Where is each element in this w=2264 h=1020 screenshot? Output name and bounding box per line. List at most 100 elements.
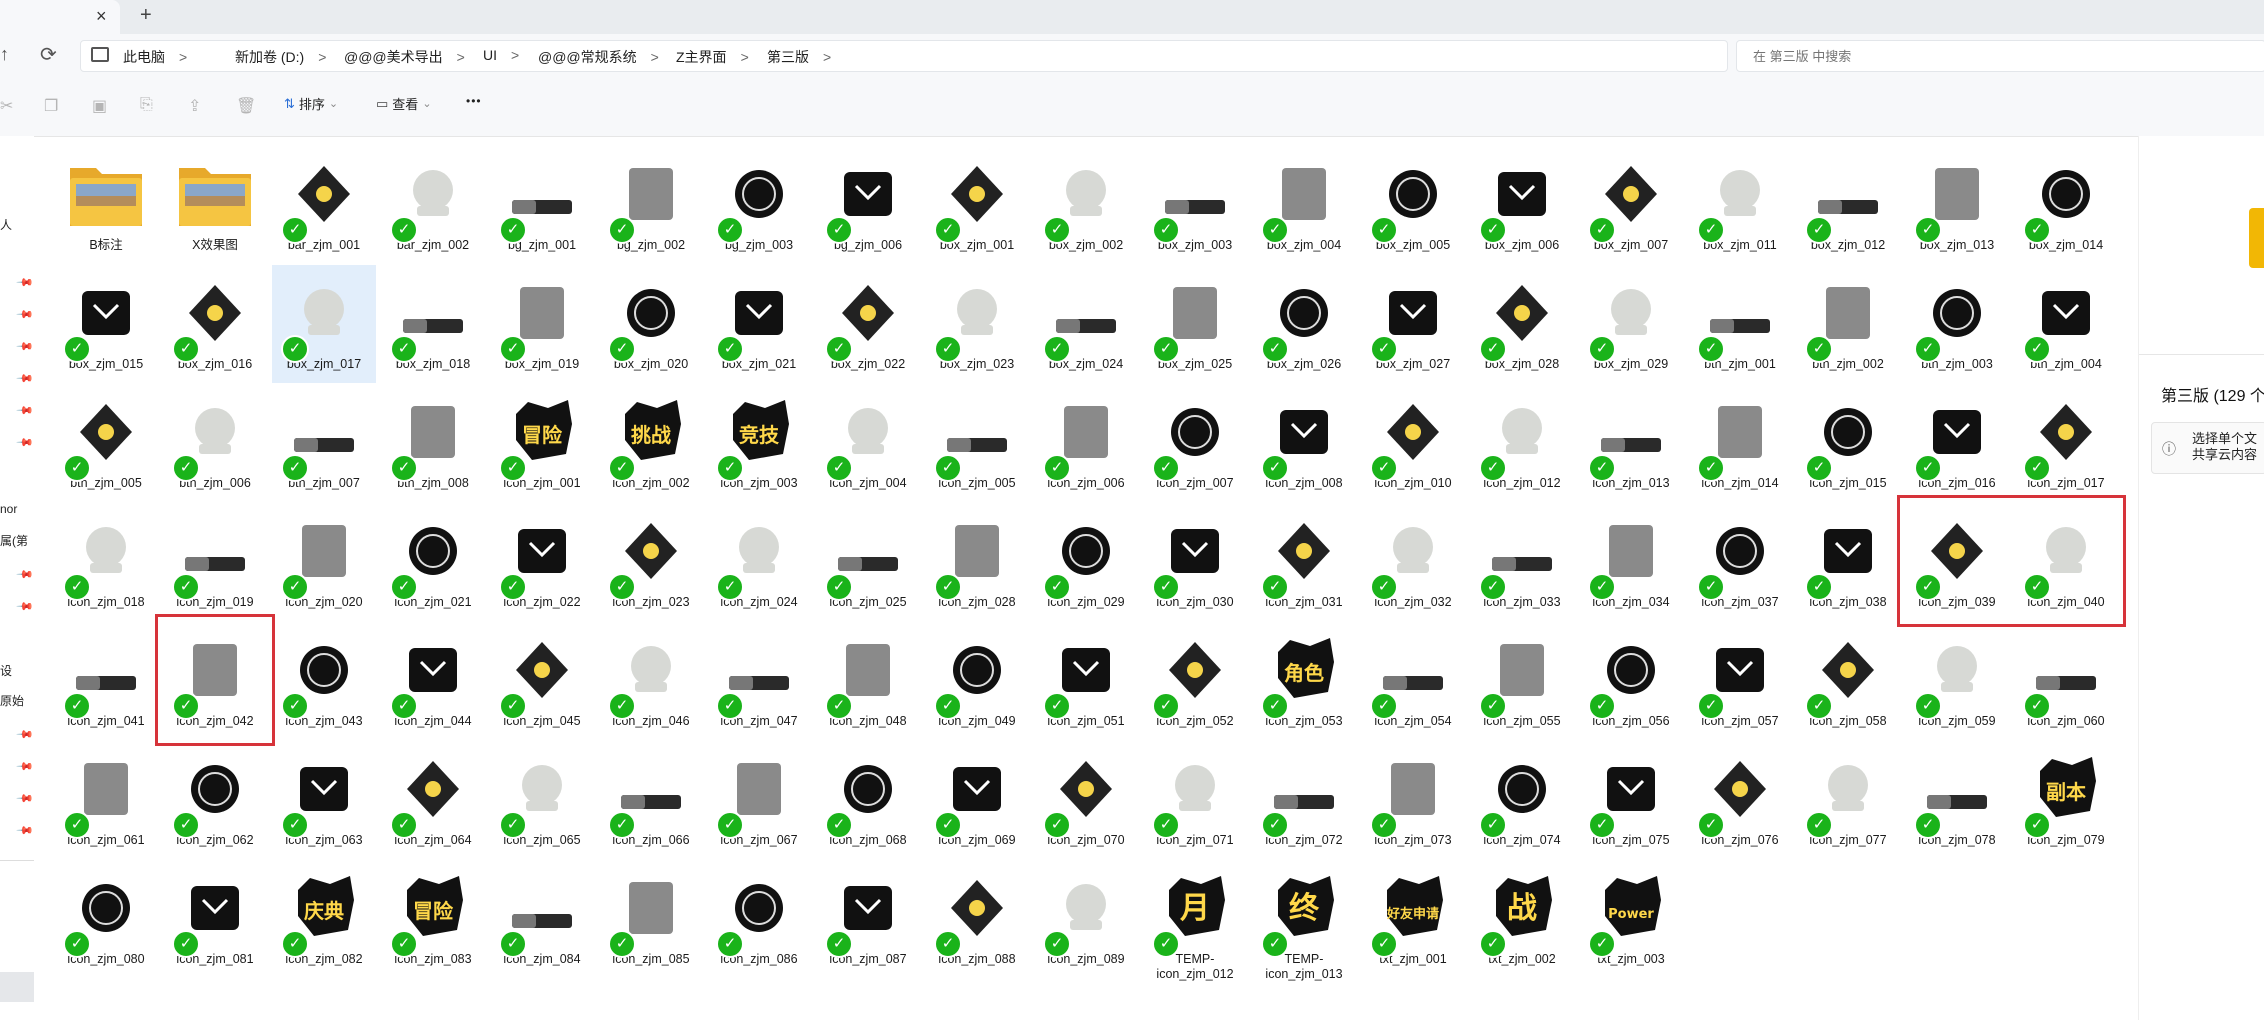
file-item[interactable]: ✓ icon_zjm_039 <box>1905 503 2009 621</box>
breadcrumb-item[interactable]: Z主界面 > <box>676 47 749 67</box>
file-item[interactable]: ✓ icon_zjm_025 <box>816 503 920 621</box>
file-item[interactable]: 好友申请 ✓ txt_zjm_001 <box>1361 860 1465 978</box>
copy-icon[interactable]: ❐ <box>44 96 58 116</box>
file-item[interactable]: ✓ icon_zjm_049 <box>925 622 1029 740</box>
file-item[interactable]: ✓ icon_zjm_046 <box>599 622 703 740</box>
file-item[interactable]: ✓ bar_zjm_002 <box>381 146 485 264</box>
file-item[interactable]: ✓ icon_zjm_052 <box>1143 622 1247 740</box>
file-item[interactable]: ✓ icon_zjm_086 <box>707 860 811 978</box>
file-item[interactable]: ✓ icon_zjm_014 <box>1688 384 1792 502</box>
file-item[interactable]: ✓ icon_zjm_019 <box>163 503 267 621</box>
file-item[interactable]: ✓ box_zjm_022 <box>816 265 920 383</box>
file-item[interactable]: ✓ box_zjm_013 <box>1905 146 2009 264</box>
address-bar[interactable]: 此电脑 > 新加卷 (D:) > @@@美术导出 > UI > @@@常规系统 > Z主界… <box>80 40 1728 72</box>
file-item[interactable]: ✓ box_zjm_017 <box>272 265 376 383</box>
file-item[interactable]: 角色 ✓ icon_zjm_053 <box>1252 622 1356 740</box>
file-item[interactable]: ✓ icon_zjm_016 <box>1905 384 2009 502</box>
file-item[interactable]: ✓ box_zjm_028 <box>1470 265 1574 383</box>
breadcrumb-item[interactable]: 新加卷 (D:) > <box>235 47 326 67</box>
file-item[interactable]: ✓ icon_zjm_022 <box>490 503 594 621</box>
file-item[interactable]: ✓ box_zjm_006 <box>1470 146 1574 264</box>
file-item[interactable]: Power ✓ txt_zjm_003 <box>1579 860 1683 978</box>
file-item[interactable]: ✓ box_zjm_026 <box>1252 265 1356 383</box>
explorer-tab[interactable]: × <box>0 0 120 34</box>
file-item[interactable]: ✓ icon_zjm_018 <box>54 503 158 621</box>
file-item[interactable]: 竞技 ✓ icon_zjm_003 <box>707 384 811 502</box>
file-item[interactable]: ✓ box_zjm_025 <box>1143 265 1247 383</box>
file-item[interactable]: 庆典 ✓ icon_zjm_082 <box>272 860 376 978</box>
new-tab-icon[interactable]: + <box>140 4 152 27</box>
file-item[interactable]: ✓ icon_zjm_012 <box>1470 384 1574 502</box>
file-item[interactable]: ✓ box_zjm_020 <box>599 265 703 383</box>
file-item[interactable]: X效果图 <box>163 146 267 264</box>
file-item[interactable]: ✓ icon_zjm_008 <box>1252 384 1356 502</box>
file-item[interactable]: 月 ✓ TEMP-icon_zjm_012 <box>1143 860 1247 981</box>
file-item[interactable]: ✓ icon_zjm_031 <box>1252 503 1356 621</box>
file-item[interactable]: ✓ icon_zjm_070 <box>1034 741 1138 859</box>
file-item[interactable]: 冒险 ✓ icon_zjm_083 <box>381 860 485 978</box>
file-item[interactable]: ✓ icon_zjm_058 <box>1796 622 1900 740</box>
file-item[interactable]: ✓ icon_zjm_015 <box>1796 384 1900 502</box>
file-item[interactable]: ✓ icon_zjm_078 <box>1905 741 2009 859</box>
breadcrumb-item[interactable]: @@@美术导出 > <box>344 47 465 67</box>
file-item[interactable]: 终 ✓ TEMP-icon_zjm_013 <box>1252 860 1356 981</box>
file-item[interactable]: ✓ box_zjm_003 <box>1143 146 1247 264</box>
file-item[interactable]: ✓ icon_zjm_021 <box>381 503 485 621</box>
file-item[interactable]: ✓ icon_zjm_005 <box>925 384 1029 502</box>
file-item[interactable]: ✓ box_zjm_001 <box>925 146 1029 264</box>
file-item[interactable]: ✓ icon_zjm_055 <box>1470 622 1574 740</box>
file-item[interactable]: ✓ box_zjm_004 <box>1252 146 1356 264</box>
file-item[interactable]: ✓ icon_zjm_037 <box>1688 503 1792 621</box>
file-item[interactable]: ✓ box_zjm_002 <box>1034 146 1138 264</box>
file-item[interactable]: ✓ btn_zjm_007 <box>272 384 376 502</box>
file-item[interactable]: B标注 <box>54 146 158 264</box>
file-item[interactable]: ✓ icon_zjm_057 <box>1688 622 1792 740</box>
file-item[interactable]: ✓ icon_zjm_010 <box>1361 384 1465 502</box>
file-item[interactable]: ✓ icon_zjm_059 <box>1905 622 2009 740</box>
file-item[interactable]: ✓ icon_zjm_072 <box>1252 741 1356 859</box>
file-item[interactable]: ✓ icon_zjm_067 <box>707 741 811 859</box>
file-item[interactable]: ✓ icon_zjm_069 <box>925 741 1029 859</box>
file-item[interactable]: ✓ icon_zjm_075 <box>1579 741 1683 859</box>
file-item[interactable]: ✓ box_zjm_023 <box>925 265 1029 383</box>
file-item[interactable]: ✓ btn_zjm_006 <box>163 384 267 502</box>
file-item[interactable]: ✓ box_zjm_007 <box>1579 146 1683 264</box>
file-item[interactable]: ✓ icon_zjm_087 <box>816 860 920 978</box>
file-item[interactable]: ✓ bg_zjm_006 <box>816 146 920 264</box>
share-icon[interactable]: ⇪ <box>188 96 201 116</box>
file-item[interactable]: ✓ icon_zjm_071 <box>1143 741 1247 859</box>
file-item[interactable]: ✓ icon_zjm_088 <box>925 860 1029 978</box>
file-item[interactable]: ✓ icon_zjm_054 <box>1361 622 1465 740</box>
sidebar-label[interactable]: nor <box>0 502 17 516</box>
file-item[interactable]: ✓ icon_zjm_080 <box>54 860 158 978</box>
file-item[interactable]: ✓ box_zjm_005 <box>1361 146 1465 264</box>
file-item[interactable]: ✓ icon_zjm_068 <box>816 741 920 859</box>
file-item[interactable]: ✓ btn_zjm_002 <box>1796 265 1900 383</box>
more-options-icon[interactable]: ••• <box>466 94 482 108</box>
file-item[interactable]: ✓ icon_zjm_023 <box>599 503 703 621</box>
file-item[interactable]: ✓ icon_zjm_034 <box>1579 503 1683 621</box>
file-item[interactable]: ✓ icon_zjm_013 <box>1579 384 1683 502</box>
file-item[interactable]: ✓ icon_zjm_032 <box>1361 503 1465 621</box>
file-item[interactable]: ✓ icon_zjm_040 <box>2014 503 2118 621</box>
file-item[interactable]: ✓ icon_zjm_004 <box>816 384 920 502</box>
file-item[interactable]: ✓ icon_zjm_007 <box>1143 384 1247 502</box>
file-item[interactable]: ✓ btn_zjm_003 <box>1905 265 2009 383</box>
file-item[interactable]: ✓ bar_zjm_001 <box>272 146 376 264</box>
sidebar-label[interactable]: 设 <box>0 662 12 679</box>
breadcrumb-item[interactable]: 第三版 > <box>767 47 831 67</box>
file-item[interactable]: ✓ box_zjm_015 <box>54 265 158 383</box>
view-button[interactable]: ▭ 查看 ⌄ <box>376 94 432 113</box>
sidebar-label[interactable]: 人 <box>0 216 12 233</box>
file-item[interactable]: ✓ btn_zjm_004 <box>2014 265 2118 383</box>
search-input[interactable] <box>1751 41 2235 71</box>
file-item[interactable]: ✓ icon_zjm_028 <box>925 503 1029 621</box>
file-item[interactable]: ✓ icon_zjm_047 <box>707 622 811 740</box>
file-item[interactable]: ✓ icon_zjm_017 <box>2014 384 2118 502</box>
file-item[interactable]: ✓ icon_zjm_041 <box>54 622 158 740</box>
file-item[interactable]: ✓ box_zjm_014 <box>2014 146 2118 264</box>
sidebar-label[interactable]: 原始 <box>0 692 24 709</box>
file-item[interactable]: ✓ btn_zjm_008 <box>381 384 485 502</box>
file-item[interactable]: ✓ icon_zjm_020 <box>272 503 376 621</box>
file-item[interactable]: ✓ icon_zjm_081 <box>163 860 267 978</box>
